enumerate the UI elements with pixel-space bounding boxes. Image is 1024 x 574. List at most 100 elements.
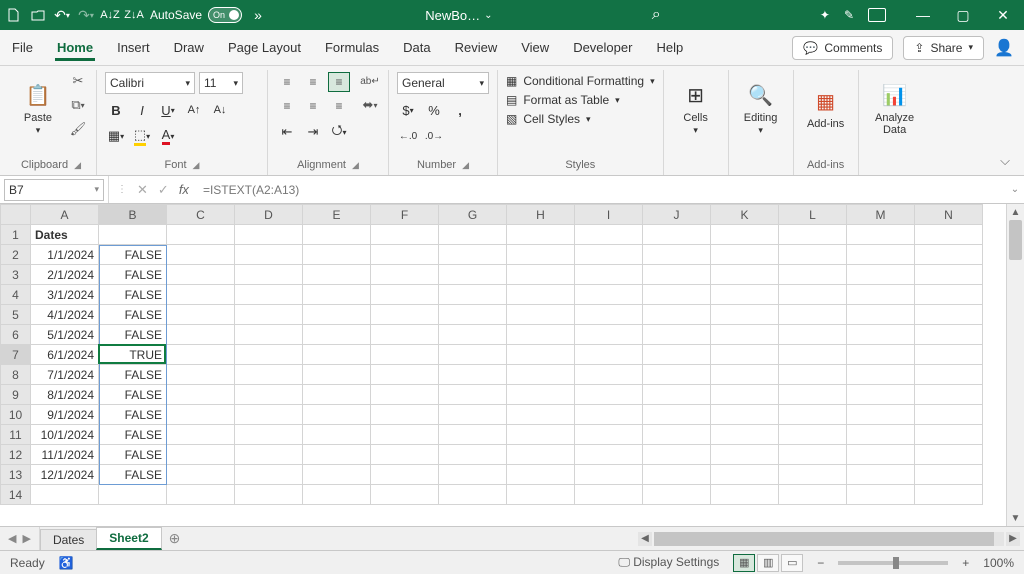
cell-M10[interactable] [847,405,915,425]
row-header-11[interactable]: 11 [1,425,31,445]
dropdown-icon[interactable]: ⋮ [117,184,127,195]
cell-D4[interactable] [235,285,303,305]
add-sheet-button[interactable]: ⊕ [161,527,189,550]
cell-G8[interactable] [439,365,507,385]
alignment-dialog-launcher[interactable]: ◢ [352,160,359,171]
paste-button[interactable]: 📋 Paste▾ [14,72,62,146]
scroll-up-icon[interactable]: ▲ [1007,204,1024,220]
cell-B13[interactable]: FALSE [99,465,167,485]
cell-M14[interactable] [847,485,915,505]
cell-A1[interactable]: Dates [31,225,99,245]
addins-button[interactable]: ▦Add-ins [802,72,850,146]
col-header-J[interactable]: J [643,205,711,225]
hscroll-right-icon[interactable]: ▶ [1006,532,1020,546]
cell-H11[interactable] [507,425,575,445]
select-all-corner[interactable] [1,205,31,225]
redo-icon[interactable]: ↷▾ [78,7,94,23]
cell-L5[interactable] [779,305,847,325]
cell-F14[interactable] [371,485,439,505]
col-header-G[interactable]: G [439,205,507,225]
cell-F7[interactable] [371,345,439,365]
cell-F6[interactable] [371,325,439,345]
editing-button[interactable]: 🔍Editing▾ [737,72,785,146]
cell-B4[interactable]: FALSE [99,285,167,305]
cell-E7[interactable] [303,345,371,365]
cell-E14[interactable] [303,485,371,505]
cancel-formula-icon[interactable]: ✕ [137,182,148,198]
number-dialog-launcher[interactable]: ◢ [462,160,469,171]
col-header-D[interactable]: D [235,205,303,225]
page-layout-view-icon[interactable]: ▥ [757,554,779,572]
cell-K11[interactable] [711,425,779,445]
cell-D3[interactable] [235,265,303,285]
ribbon-mode-icon[interactable] [868,8,886,22]
cell-N10[interactable] [915,405,983,425]
cell-K4[interactable] [711,285,779,305]
cell-A5[interactable]: 4/1/2024 [31,305,99,325]
cell-G9[interactable] [439,385,507,405]
row-header-4[interactable]: 4 [1,285,31,305]
cell-D14[interactable] [235,485,303,505]
open-file-icon[interactable] [30,7,46,23]
row-header-1[interactable]: 1 [1,225,31,245]
cell-E4[interactable] [303,285,371,305]
decrease-decimal-icon[interactable]: .0→ [423,126,445,146]
cell-L9[interactable] [779,385,847,405]
autosave-toggle[interactable]: AutoSave On [150,7,242,23]
cell-M2[interactable] [847,245,915,265]
row-header-10[interactable]: 10 [1,405,31,425]
cell-E8[interactable] [303,365,371,385]
row-header-8[interactable]: 8 [1,365,31,385]
cell-F3[interactable] [371,265,439,285]
zoom-level[interactable]: 100% [983,556,1014,570]
new-file-icon[interactable] [6,7,22,23]
increase-font-icon[interactable]: A↑ [183,100,205,120]
cell-K1[interactable] [711,225,779,245]
row-header-6[interactable]: 6 [1,325,31,345]
cell-B2[interactable]: FALSE [99,245,167,265]
cell-J3[interactable] [643,265,711,285]
cell-B8[interactable]: FALSE [99,365,167,385]
zoom-slider[interactable] [838,561,948,565]
cell-E6[interactable] [303,325,371,345]
sheet-tab-sheet2[interactable]: Sheet2 [96,527,161,550]
hscroll-left-icon[interactable]: ◀ [638,532,652,546]
cell-L8[interactable] [779,365,847,385]
cell-K13[interactable] [711,465,779,485]
increase-indent-icon[interactable]: ⇥ [302,122,324,142]
cell-D13[interactable] [235,465,303,485]
close-button[interactable]: ✕ [988,5,1018,25]
comments-button[interactable]: 💬 Comments [792,36,893,60]
row-header-13[interactable]: 13 [1,465,31,485]
orientation-icon[interactable]: ⭯▾ [328,122,350,142]
row-header-14[interactable]: 14 [1,485,31,505]
cell-H7[interactable] [507,345,575,365]
cell-I14[interactable] [575,485,643,505]
cell-G13[interactable] [439,465,507,485]
cell-D2[interactable] [235,245,303,265]
cell-J1[interactable] [643,225,711,245]
cell-L7[interactable] [779,345,847,365]
increase-decimal-icon[interactable]: ←.0 [397,126,419,146]
cell-J13[interactable] [643,465,711,485]
cell-C1[interactable] [167,225,235,245]
cell-H3[interactable] [507,265,575,285]
cell-K10[interactable] [711,405,779,425]
tab-view[interactable]: View [519,34,551,61]
cell-C10[interactable] [167,405,235,425]
align-top-icon[interactable]: ≡ [276,72,298,92]
col-header-H[interactable]: H [507,205,575,225]
cell-I4[interactable] [575,285,643,305]
cell-J14[interactable] [643,485,711,505]
cell-M4[interactable] [847,285,915,305]
cell-F4[interactable] [371,285,439,305]
cell-D9[interactable] [235,385,303,405]
cell-C2[interactable] [167,245,235,265]
cell-K7[interactable] [711,345,779,365]
cell-I8[interactable] [575,365,643,385]
cell-B3[interactable]: FALSE [99,265,167,285]
cell-I9[interactable] [575,385,643,405]
align-bottom-icon[interactable]: ≡ [328,72,350,92]
cell-J6[interactable] [643,325,711,345]
cell-C7[interactable] [167,345,235,365]
